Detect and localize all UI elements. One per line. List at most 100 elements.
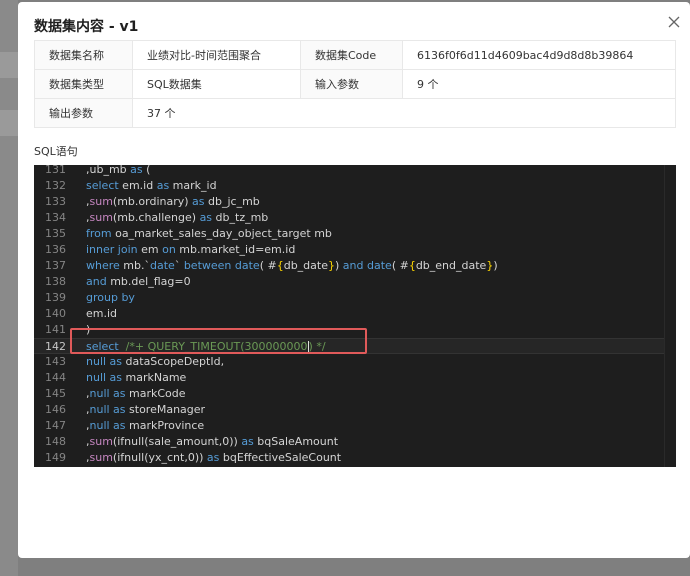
code-token: sum <box>89 195 113 208</box>
value-dataset-type: SQL数据集 <box>132 69 301 99</box>
code-token: mark_id <box>169 179 217 192</box>
code-text: from oa_market_sales_day_object_target m… <box>86 226 332 242</box>
code-text: ,sum(ifnull(yx_cnt,0)) as bqEffectiveSal… <box>86 450 341 466</box>
code-token: (mb.ordinary) <box>112 195 193 208</box>
code-token: em.id <box>118 179 157 192</box>
code-token: ) <box>493 259 498 272</box>
code-line[interactable]: 133 ,sum(mb.ordinary) as db_jc_mb <box>34 194 664 210</box>
code-token: (ifnull(sale_amount,0)) <box>112 435 242 448</box>
value-dataset-name: 业绩对比-时间范围聚合 <box>132 40 301 70</box>
value-input-params: 9 个 <box>402 69 676 99</box>
code-line[interactable]: 135 from oa_market_sales_day_object_targe… <box>34 226 664 242</box>
label-input-params: 输入参数 <box>300 69 403 99</box>
code-line[interactable]: 145 ,null as markCode <box>34 386 664 402</box>
value-dataset-code: 6136f0f6d11d4609bac4d9d8d8b39864 <box>402 40 676 70</box>
code-token: em.id <box>86 307 118 320</box>
code-text: select em.id as mark_id <box>86 178 217 194</box>
code-token: as <box>156 179 170 192</box>
label-output-params: 输出参数 <box>34 98 133 128</box>
code-text: and mb.del_flag=0 <box>86 274 191 290</box>
code-token: as <box>241 435 254 448</box>
line-number: 142 <box>45 340 66 353</box>
line-number: 149 <box>45 451 66 464</box>
code-line[interactable]: 131 ,ub_mb as ( <box>34 165 664 178</box>
code-line[interactable]: 132 select em.id as mark_id <box>34 178 664 194</box>
code-token: em <box>137 243 163 256</box>
label-dataset-name: 数据集名称 <box>34 40 133 70</box>
code-text: group by <box>86 290 135 306</box>
dialog-title: 数据集内容 - v1 <box>34 19 139 35</box>
line-number: 143 <box>45 355 66 368</box>
code-token: (ifnull(yx_cnt,0)) <box>112 451 207 464</box>
code-line[interactable]: 137 where mb.`date` between date( #{db_da… <box>34 258 664 274</box>
code-token: bqEffectiveSaleCount <box>219 451 342 464</box>
close-icon[interactable] <box>666 14 682 30</box>
line-number: 138 <box>45 275 66 288</box>
code-line[interactable]: 143 null as dataScopeDeptId, <box>34 354 664 370</box>
line-number: 132 <box>45 179 66 192</box>
code-token: { <box>276 259 284 272</box>
code-line[interactable]: 138 and mb.del_flag=0 <box>34 274 664 290</box>
code-text: ,sum(mb.ordinary) as db_jc_mb <box>86 194 260 210</box>
code-line[interactable]: 134 ,sum(mb.challenge) as db_tz_mb <box>34 210 664 226</box>
code-token: { <box>408 259 416 272</box>
code-line[interactable]: 140 em.id <box>34 306 664 322</box>
line-number: 131 <box>45 165 66 176</box>
code-token: markCode <box>125 387 186 400</box>
dataset-info-table: 数据集名称 业绩对比-时间范围聚合 数据集Code 6136f0f6d11d46… <box>34 40 676 128</box>
code-token: dataScopeDeptId, <box>122 355 225 368</box>
code-line[interactable]: 144 null as markName <box>34 370 664 386</box>
code-text: ,null as markProvince <box>86 418 204 434</box>
code-token: null <box>89 419 110 432</box>
line-number: 137 <box>45 259 66 272</box>
code-token: as <box>109 419 126 432</box>
code-token: as <box>109 403 126 416</box>
line-number: 135 <box>45 227 66 240</box>
code-token: as <box>192 195 205 208</box>
code-token: null <box>86 371 107 384</box>
code-text: ,sum(mb.challenge) as db_tz_mb <box>86 210 268 226</box>
code-token: as <box>106 371 123 384</box>
value-output-params: 37 个 <box>132 98 676 128</box>
table-row: 数据集名称 业绩对比-时间范围聚合 数据集Code 6136f0f6d11d46… <box>34 40 676 70</box>
code-line[interactable]: 136 inner join em on mb.market_id=em.id <box>34 242 664 258</box>
sql-code-editor[interactable]: 131 ,ub_mb as (132 select em.id as mark_id… <box>34 165 676 467</box>
code-token: sum <box>89 451 113 464</box>
code-token: ` <box>174 259 184 272</box>
dataset-content-dialog: 数据集内容 - v1 数据集名称 业绩对比-时间范围聚合 数据集Code 613… <box>18 2 690 558</box>
code-token: sum <box>89 211 113 224</box>
code-token: db_tz_mb <box>212 211 269 224</box>
code-token: and <box>86 275 107 288</box>
code-text: null as markName <box>86 370 186 386</box>
code-line[interactable]: 147 ,null as markProvince <box>34 418 664 434</box>
code-token: ) <box>335 259 343 272</box>
code-line[interactable]: 149 ,sum(ifnull(yx_cnt,0)) as bqEffective… <box>34 450 664 466</box>
code-token: bqSaleAmount <box>253 435 339 448</box>
code-token: storeManager <box>125 403 206 416</box>
code-token: ( <box>142 165 151 176</box>
code-line[interactable]: 146 ,null as storeManager <box>34 402 664 418</box>
code-token: on <box>162 243 176 256</box>
line-number: 134 <box>45 211 66 224</box>
code-line[interactable]: 139 group by <box>34 290 664 306</box>
code-token: ( # <box>259 259 277 272</box>
highlight-annotation-box <box>70 328 367 354</box>
code-line[interactable]: 150 ,sum(ifnull(yx_num,0)) as bqEffective… <box>34 466 664 467</box>
code-token: as <box>130 165 143 176</box>
code-text: null as dataScopeDeptId, <box>86 354 224 370</box>
code-line[interactable]: 148 ,sum(ifnull(sale_amount,0)) as bqSale… <box>34 434 664 450</box>
code-token: sum <box>89 435 113 448</box>
code-text: where mb.`date` between date( #{db_date}… <box>86 258 498 274</box>
code-token: select <box>86 179 119 192</box>
line-number: 145 <box>45 387 66 400</box>
editor-scrollbar[interactable] <box>664 165 676 467</box>
code-token: between <box>183 259 232 272</box>
backdrop-band <box>0 52 18 78</box>
line-number: 147 <box>45 419 66 432</box>
sql-section-label: SQL语句 <box>34 145 78 158</box>
code-token: db_jc_mb <box>204 195 260 208</box>
code-token: as <box>199 211 213 224</box>
code-token: db_date <box>283 259 328 272</box>
code-text: em.id <box>86 306 117 322</box>
code-token: db_end_date <box>415 259 487 272</box>
